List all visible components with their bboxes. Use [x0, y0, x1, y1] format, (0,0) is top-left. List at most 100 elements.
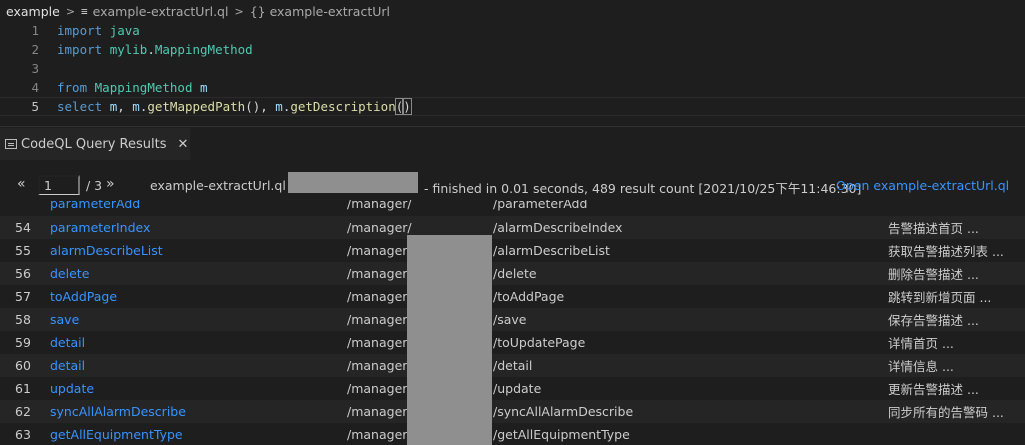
run-info-prefix: example-extractUrl.ql on: [150, 178, 306, 193]
redaction-block: [288, 172, 418, 193]
result-path: /manager/: [347, 381, 412, 396]
table-row[interactable]: 58 save/manager/ /save 保存告警描述 ...: [0, 308, 1025, 331]
code-token: m: [200, 80, 208, 95]
tab-codeql-query-results[interactable]: CodeQL Query Results ✕: [0, 128, 190, 160]
result-name-link[interactable]: detail: [50, 358, 85, 373]
result-path-suffix: /alarmDescribeList: [493, 243, 610, 258]
result-row-number: 54: [15, 220, 31, 235]
code-text: select m, m.getMappedPath(), m.getDescri…: [57, 98, 412, 115]
breadcrumb: example > ≡ example-extractUrl.ql > {} e…: [0, 0, 1025, 22]
result-name-link[interactable]: getAllEquipmentType: [50, 427, 183, 442]
table-row[interactable]: 56 delete/manager/ /delete 删除告警描述 ...: [0, 262, 1025, 285]
result-description: 删除告警描述 ...: [888, 267, 979, 282]
result-path: /manager/: [347, 243, 412, 258]
previous-page-button[interactable]: «: [17, 176, 26, 192]
code-line[interactable]: 4 from MappingMethod m: [0, 78, 1025, 97]
code-line[interactable]: 1 import java: [0, 21, 1025, 40]
code-token: .: [147, 42, 155, 57]
result-path-suffix: /alarmDescribeIndex: [493, 220, 623, 235]
results-table: parameterAdd /manager/ /parameterAdd 54 p…: [0, 200, 1025, 445]
result-name-link[interactable]: update: [50, 381, 94, 396]
code-token: from: [57, 80, 88, 95]
result-name-link[interactable]: detail: [50, 335, 85, 350]
table-row[interactable]: 54 parameterIndex/manager/ /alarmDescribeI…: [0, 216, 1025, 239]
code-line[interactable]: 5 select m, m.getMappedPath(), m.getDescr…: [0, 97, 1025, 116]
chevron-right-icon: >: [234, 4, 244, 18]
result-row-number: 61: [15, 381, 31, 396]
file-lines-icon: ≡: [81, 4, 88, 18]
preview-icon: [5, 139, 17, 149]
result-path: /manager/: [347, 312, 412, 327]
line-number: 1: [31, 23, 39, 38]
result-path-suffix: /getAllEquipmentType: [493, 427, 630, 442]
result-description: 跳转到新增页面 ...: [888, 290, 992, 305]
result-description: 保存告警描述 ...: [888, 313, 979, 328]
table-row[interactable]: 61 update/manager/ /update 更新告警描述 ...: [0, 377, 1025, 400]
result-path-suffix: /detail: [493, 358, 533, 373]
table-row[interactable]: 63 getAllEquipmentType/manager/ /getAllEqu…: [0, 423, 1025, 445]
result-path: /manager/: [347, 427, 412, 442]
tab-label: CodeQL Query Results: [21, 136, 167, 152]
result-path-suffix: /save: [493, 312, 527, 327]
result-row-number: 57: [15, 289, 31, 304]
code-editor[interactable]: 1 import java 2 import mylib.MappingMethod 3…: [0, 20, 1025, 120]
result-description: 告警描述首页 ...: [888, 221, 979, 236]
result-path-suffix: /parameterAdd: [493, 200, 588, 211]
table-row[interactable]: 60 detail/manager/ /detail 详情信息 ...: [0, 354, 1025, 377]
result-path: /manager/: [347, 200, 412, 211]
run-info-suffix: - finished in 0.01 seconds, 489 result c…: [424, 181, 862, 196]
redaction-block: [407, 235, 492, 445]
result-description: 详情信息 ...: [888, 359, 954, 374]
line-number: 5: [31, 99, 39, 114]
table-row[interactable]: 57 toAddPage/manager/ /toAddPage 跳转到新增页面 ..…: [0, 285, 1025, 308]
code-token: mylib: [109, 42, 148, 57]
result-row-number: 60: [15, 358, 31, 373]
result-row-number: 62: [15, 404, 31, 419]
code-token: getDescription: [290, 99, 396, 114]
code-token: MappingMethod: [94, 80, 193, 95]
result-path: /manager/: [347, 220, 412, 235]
result-name-link[interactable]: toAddPage: [50, 289, 117, 304]
result-path: /manager/: [347, 266, 412, 281]
table-row[interactable]: 62 syncAllAlarmDescribe/manager/ /syncAllA…: [0, 400, 1025, 423]
code-token: import: [57, 42, 103, 57]
code-text: import java: [57, 23, 140, 38]
code-token: select: [57, 99, 103, 114]
result-name-link[interactable]: syncAllAlarmDescribe: [50, 404, 186, 419]
open-query-link[interactable]: Open example-extractUrl.ql: [836, 178, 1009, 193]
page-number-input[interactable]: [38, 175, 80, 195]
result-description: 获取告警描述列表 ...: [888, 244, 1004, 259]
results-header: « / 3 » example-extractUrl.ql on - finis…: [0, 170, 1025, 200]
chevron-right-icon: >: [65, 4, 76, 18]
close-icon[interactable]: ✕: [177, 137, 188, 152]
line-number: 4: [31, 80, 39, 95]
result-description: 详情首页 ...: [888, 336, 954, 351]
code-token: MappingMethod: [154, 42, 253, 57]
next-page-button[interactable]: »: [106, 176, 115, 192]
result-row-number: 63: [15, 427, 31, 442]
breadcrumb-symbol[interactable]: {} example-extractUrl: [250, 4, 390, 19]
result-row-number: 59: [15, 335, 31, 350]
code-token: java: [109, 23, 140, 38]
code-token: ): [402, 98, 412, 115]
table-row[interactable]: 59 detail/manager/ /toUpdatePage 详情首页 ...: [0, 331, 1025, 354]
result-path-suffix: /toUpdatePage: [493, 335, 586, 350]
result-name-link[interactable]: save: [50, 312, 79, 327]
result-name-link[interactable]: alarmDescribeList: [50, 243, 163, 258]
breadcrumb-file[interactable]: example-extractUrl.ql: [93, 4, 229, 19]
code-line[interactable]: 2 import mylib.MappingMethod: [0, 40, 1025, 59]
result-path: /manager/: [347, 404, 412, 419]
table-row[interactable]: 55 alarmDescribeList/manager/ /alarmDescri…: [0, 239, 1025, 262]
code-token: import: [57, 23, 103, 38]
result-path-suffix: /delete: [493, 266, 537, 281]
result-name-link[interactable]: parameterAdd: [50, 200, 140, 211]
result-name-link[interactable]: parameterIndex: [50, 220, 150, 235]
breadcrumb-folder[interactable]: example: [6, 4, 60, 19]
result-name-link[interactable]: delete: [50, 266, 89, 281]
code-token: m: [275, 99, 283, 114]
code-line[interactable]: 3: [0, 59, 1025, 78]
code-text: import mylib.MappingMethod: [57, 42, 253, 57]
